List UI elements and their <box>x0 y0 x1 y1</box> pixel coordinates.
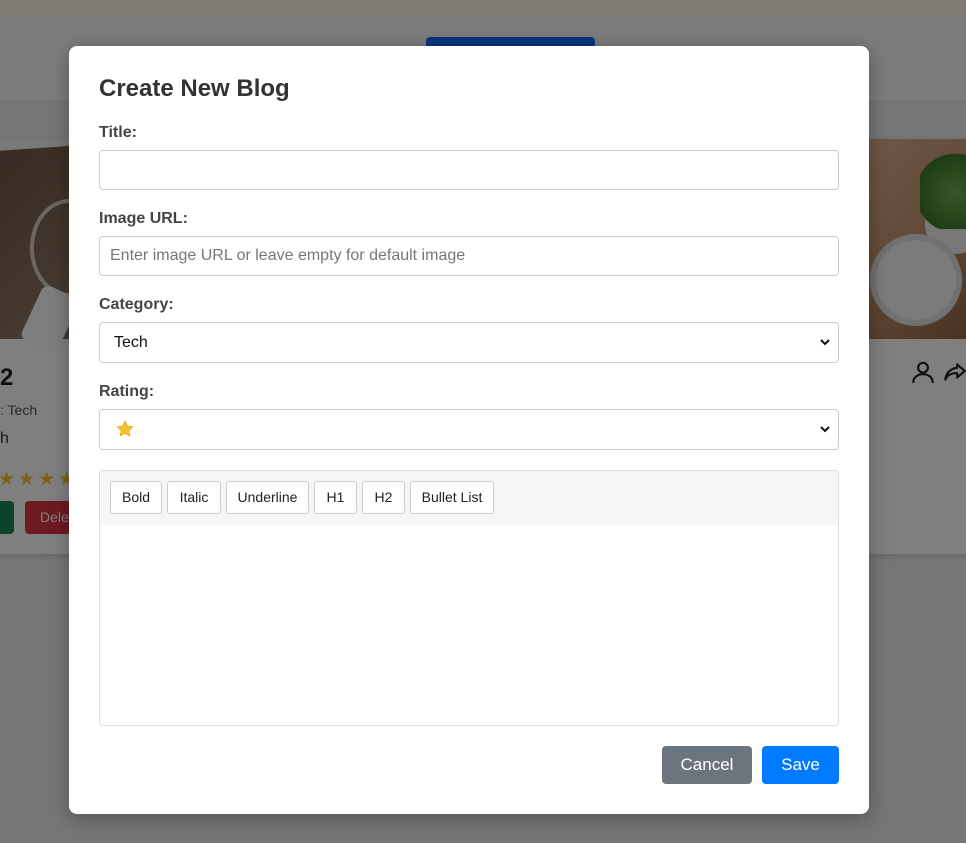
save-button[interactable]: Save <box>762 746 839 784</box>
editor-toolbar: Bold Italic Underline H1 H2 Bullet List <box>100 471 838 526</box>
category-label: Category: <box>99 296 174 313</box>
rating-label: Rating: <box>99 383 155 400</box>
underline-button[interactable]: Underline <box>226 481 309 514</box>
bullet-list-button[interactable]: Bullet List <box>410 481 494 514</box>
chevron-down-icon <box>820 339 830 346</box>
image-url-input[interactable] <box>99 236 839 276</box>
title-label: Title: <box>99 124 137 141</box>
modal-title: Create New Blog <box>99 75 290 102</box>
h2-button[interactable]: H2 <box>362 481 405 514</box>
rich-text-editor: Bold Italic Underline H1 H2 Bullet List <box>99 470 839 726</box>
rating-select[interactable] <box>99 409 839 450</box>
chevron-down-icon <box>820 426 830 433</box>
title-input[interactable] <box>99 150 839 190</box>
editor-content-area[interactable] <box>100 525 838 725</box>
star-icon <box>116 420 134 437</box>
cancel-button[interactable]: Cancel <box>662 746 752 784</box>
image-url-label: Image URL: <box>99 210 188 227</box>
create-blog-modal: Create New Blog Title: Image URL: Catego… <box>69 46 869 814</box>
category-selected-value: Tech <box>114 334 148 351</box>
category-select[interactable]: Tech <box>99 322 839 363</box>
h1-button[interactable]: H1 <box>314 481 357 514</box>
italic-button[interactable]: Italic <box>167 481 221 514</box>
bold-button[interactable]: Bold <box>110 481 162 514</box>
